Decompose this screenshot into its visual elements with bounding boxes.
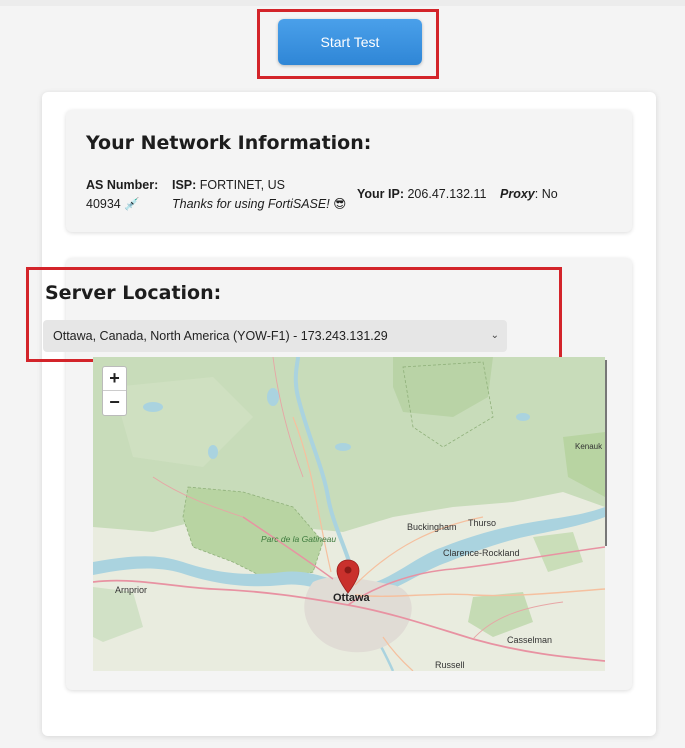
as-number-label: AS Number:: [86, 178, 159, 192]
isp-label: ISP:: [172, 178, 197, 192]
syringe-icon: 💉: [124, 197, 140, 211]
isp-info: ISP: FORTINET, US Thanks for using Forti…: [172, 176, 362, 214]
server-location-select[interactable]: Ottawa, Canada, North America (YOW-F1) -…: [43, 320, 507, 352]
map-label-clarence-rockland: Clarence-Rockland: [443, 548, 520, 558]
network-info-panel: Your Network Information: AS Number: 409…: [66, 110, 632, 232]
map-scrollbar[interactable]: [605, 360, 607, 546]
map-label-kenauk: Kenauk: [575, 442, 603, 451]
isp-value: FORTINET, US: [199, 178, 285, 192]
server-map[interactable]: Parc de la Gatineau Buckingham Thurso Cl…: [93, 357, 605, 671]
map-zoom-control: + −: [102, 366, 127, 416]
map-label-casselman: Casselman: [507, 635, 552, 645]
map-label-buckingham: Buckingham: [407, 522, 457, 532]
proxy-value: : No: [534, 187, 558, 201]
server-location-title: Server Location:: [45, 282, 222, 304]
map-label-russell: Russell: [435, 660, 465, 670]
ip-info: Your IP: 206.47.132.11: [357, 185, 487, 204]
as-number-value: 40934: [86, 197, 121, 211]
zoom-in-button[interactable]: +: [103, 367, 126, 391]
map-label-thurso: Thurso: [468, 518, 496, 528]
chevron-down-icon: ⌄: [490, 330, 499, 341]
as-number-info: AS Number: 40934 💉: [86, 176, 166, 214]
sunglasses-icon: 😎: [333, 197, 347, 211]
network-info-title: Your Network Information:: [86, 132, 372, 154]
server-location-selected: Ottawa, Canada, North America (YOW-F1) -…: [53, 329, 388, 343]
ip-label: Your IP:: [357, 187, 404, 201]
start-test-highlight: Start Test: [257, 9, 439, 79]
map-tiles: Parc de la Gatineau Buckingham Thurso Cl…: [93, 357, 605, 671]
map-label-gatineau-park: Parc de la Gatineau: [261, 534, 336, 544]
isp-note: Thanks for using FortiSASE!: [172, 197, 330, 211]
server-location-highlight: Server Location: Ottawa, Canada, North A…: [26, 267, 562, 362]
map-label-arnprior: Arnprior: [115, 585, 147, 595]
top-strip: [0, 0, 685, 6]
ip-value: 206.47.132.11: [407, 187, 487, 201]
map-label-ottawa: Ottawa: [333, 592, 371, 604]
proxy-info: Proxy: No: [500, 185, 558, 204]
proxy-label: Proxy: [500, 187, 535, 201]
zoom-out-button[interactable]: −: [103, 391, 126, 415]
start-test-button[interactable]: Start Test: [278, 19, 422, 65]
